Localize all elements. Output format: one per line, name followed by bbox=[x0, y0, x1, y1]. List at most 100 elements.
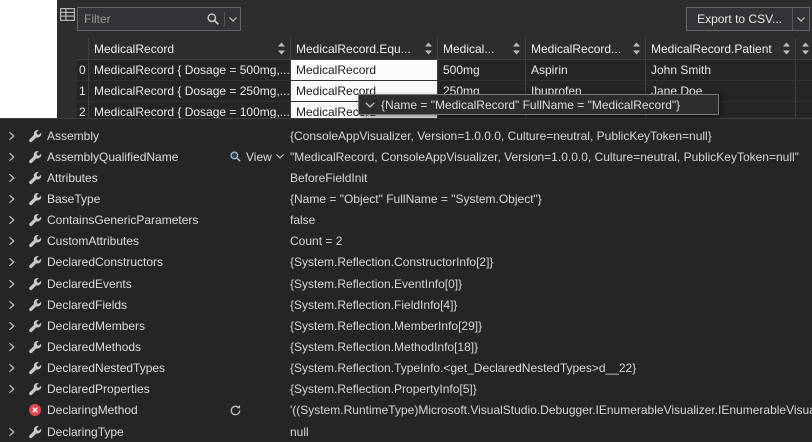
property-wrench-icon bbox=[28, 255, 42, 269]
property-row: DeclaringType null bbox=[0, 421, 812, 442]
expand-chevron-icon[interactable] bbox=[7, 131, 16, 141]
property-wrench-icon bbox=[28, 425, 42, 439]
expand-chevron-icon[interactable] bbox=[7, 427, 16, 437]
datatip-header[interactable]: {Name = "MedicalRecord" FullName = "Medi… bbox=[358, 94, 719, 115]
expand-chevron-icon[interactable] bbox=[7, 236, 16, 246]
expand-chevron-icon[interactable] bbox=[7, 321, 16, 331]
property-wrench-icon bbox=[28, 298, 42, 312]
property-row: DeclaredNestedTypes {System.Reflection.T… bbox=[0, 358, 812, 379]
sort-icon bbox=[801, 42, 810, 55]
expand-chevron-icon[interactable] bbox=[7, 257, 16, 267]
column-header-medicalrecord[interactable]: MedicalRecord bbox=[89, 38, 291, 59]
export-button-group: Export to CSV... bbox=[686, 7, 810, 31]
property-wrench-icon bbox=[28, 150, 42, 164]
property-row: BaseType {Name = "Object" FullName = "Sy… bbox=[0, 188, 812, 209]
property-name: Attributes bbox=[47, 171, 98, 185]
property-name: ContainsGenericParameters bbox=[47, 213, 198, 227]
sort-icon bbox=[277, 42, 286, 55]
column-header-equals[interactable]: MedicalRecord.Equ... bbox=[291, 38, 438, 59]
property-row: AssemblyQualifiedName View "MedicalRecor… bbox=[0, 146, 812, 167]
property-row-error: DeclaringMethod '((System.RuntimeType)Mi… bbox=[0, 400, 812, 421]
property-row: DeclaredConstructors {System.Reflection.… bbox=[0, 252, 812, 273]
table-cell[interactable] bbox=[796, 81, 812, 102]
sort-icon bbox=[632, 42, 641, 55]
property-row: Assembly {ConsoleAppVisualizer, Version=… bbox=[0, 125, 812, 146]
expand-chevron-icon[interactable] bbox=[7, 173, 16, 183]
property-value: {System.Reflection.MemberInfo[29]} bbox=[290, 319, 812, 333]
property-row: ContainsGenericParameters false bbox=[0, 210, 812, 231]
export-dropdown-button[interactable] bbox=[793, 8, 809, 30]
expand-chevron-icon[interactable] bbox=[7, 194, 16, 204]
table-cell[interactable]: Aspirin bbox=[526, 60, 646, 81]
column-header-medication[interactable]: MedicalRecord... bbox=[526, 38, 646, 59]
property-value: null bbox=[290, 425, 812, 439]
property-value: false bbox=[290, 213, 812, 227]
column-label: MedicalRecord.Equ... bbox=[296, 42, 411, 56]
export-csv-button[interactable]: Export to CSV... bbox=[687, 8, 792, 30]
column-label: MedicalRecord... bbox=[531, 42, 621, 56]
table-cell[interactable] bbox=[796, 60, 812, 81]
expand-chevron-icon[interactable] bbox=[7, 215, 16, 225]
expand-chevron-icon[interactable] bbox=[7, 152, 16, 162]
property-wrench-icon bbox=[28, 382, 42, 396]
property-row: CustomAttributes Count = 2 bbox=[0, 231, 812, 252]
property-name: Assembly bbox=[47, 129, 99, 143]
refresh-icon[interactable] bbox=[229, 404, 242, 417]
chevron-down-icon bbox=[276, 154, 284, 159]
expand-chevron-icon[interactable] bbox=[7, 363, 16, 373]
property-wrench-icon bbox=[28, 192, 42, 206]
property-name: AssemblyQualifiedName bbox=[47, 150, 178, 164]
search-icon[interactable] bbox=[202, 8, 224, 30]
table-cell[interactable]: MedicalRecord { Dosage = 250mg,... bbox=[89, 81, 291, 102]
property-wrench-icon bbox=[28, 361, 42, 375]
property-name: DeclaredConstructors bbox=[47, 255, 163, 269]
view-string-button[interactable]: View bbox=[229, 150, 284, 164]
row-index-cell[interactable]: 1 bbox=[77, 81, 89, 102]
datatip-property-list: Assembly {ConsoleAppVisualizer, Version=… bbox=[0, 118, 812, 442]
property-value: {System.Reflection.EventInfo[0]} bbox=[290, 277, 812, 291]
sort-icon bbox=[512, 42, 521, 55]
property-value: {System.Reflection.PropertyInfo[5]} bbox=[290, 382, 812, 396]
column-label: MedicalRecord bbox=[94, 42, 174, 56]
expand-chevron-icon[interactable] bbox=[7, 300, 16, 310]
property-name: CustomAttributes bbox=[47, 234, 139, 248]
column-header-index[interactable] bbox=[77, 38, 89, 59]
property-value: {System.Reflection.FieldInfo[4]} bbox=[290, 298, 812, 312]
filter-input[interactable] bbox=[78, 12, 202, 26]
grid-icon bbox=[59, 6, 76, 23]
table-cell[interactable]: John Smith bbox=[646, 60, 796, 81]
expand-chevron-icon[interactable] bbox=[7, 342, 16, 352]
column-header-dosage[interactable]: Medical... bbox=[438, 38, 526, 59]
column-header-overflow[interactable] bbox=[796, 38, 812, 59]
datatip-title: {Name = "MedicalRecord" FullName = "Medi… bbox=[381, 98, 680, 112]
property-value: {Name = "Object" FullName = "System.Obje… bbox=[290, 192, 812, 206]
property-row: DeclaredEvents {System.Reflection.EventI… bbox=[0, 273, 812, 294]
property-wrench-icon bbox=[28, 234, 42, 248]
property-name: DeclaringType bbox=[47, 425, 124, 439]
expand-chevron-icon[interactable] bbox=[7, 384, 16, 394]
property-wrench-icon bbox=[28, 213, 42, 227]
property-row: Attributes BeforeFieldInit bbox=[0, 167, 812, 188]
property-value: Count = 2 bbox=[290, 234, 812, 248]
view-label: View bbox=[246, 150, 272, 164]
property-row: DeclaredMethods {System.Reflection.Metho… bbox=[0, 336, 812, 357]
table-cell-selected[interactable]: MedicalRecord bbox=[291, 60, 438, 81]
property-name: DeclaredMethods bbox=[47, 340, 141, 354]
chevron-down-icon[interactable] bbox=[365, 102, 375, 108]
property-wrench-icon bbox=[28, 171, 42, 185]
property-name: DeclaredFields bbox=[47, 298, 127, 312]
filter-dropdown-button[interactable] bbox=[225, 8, 240, 30]
property-name: DeclaredProperties bbox=[47, 382, 150, 396]
table-cell[interactable]: 500mg bbox=[438, 60, 526, 81]
property-row: DeclaredFields {System.Reflection.FieldI… bbox=[0, 294, 812, 315]
table-cell[interactable]: MedicalRecord { Dosage = 500mg,... bbox=[89, 60, 291, 81]
row-index-cell[interactable]: 0 bbox=[77, 60, 89, 81]
sort-icon bbox=[424, 42, 433, 55]
property-name: DeclaringMethod bbox=[47, 403, 138, 417]
property-wrench-icon bbox=[28, 277, 42, 291]
expand-chevron-icon[interactable] bbox=[7, 279, 16, 289]
property-name: BaseType bbox=[47, 192, 100, 206]
column-header-patient[interactable]: MedicalRecord.Patient bbox=[646, 38, 796, 59]
table-header-row: MedicalRecord MedicalRecord.Equ... Medic… bbox=[77, 38, 812, 60]
property-value: BeforeFieldInit bbox=[290, 171, 812, 185]
